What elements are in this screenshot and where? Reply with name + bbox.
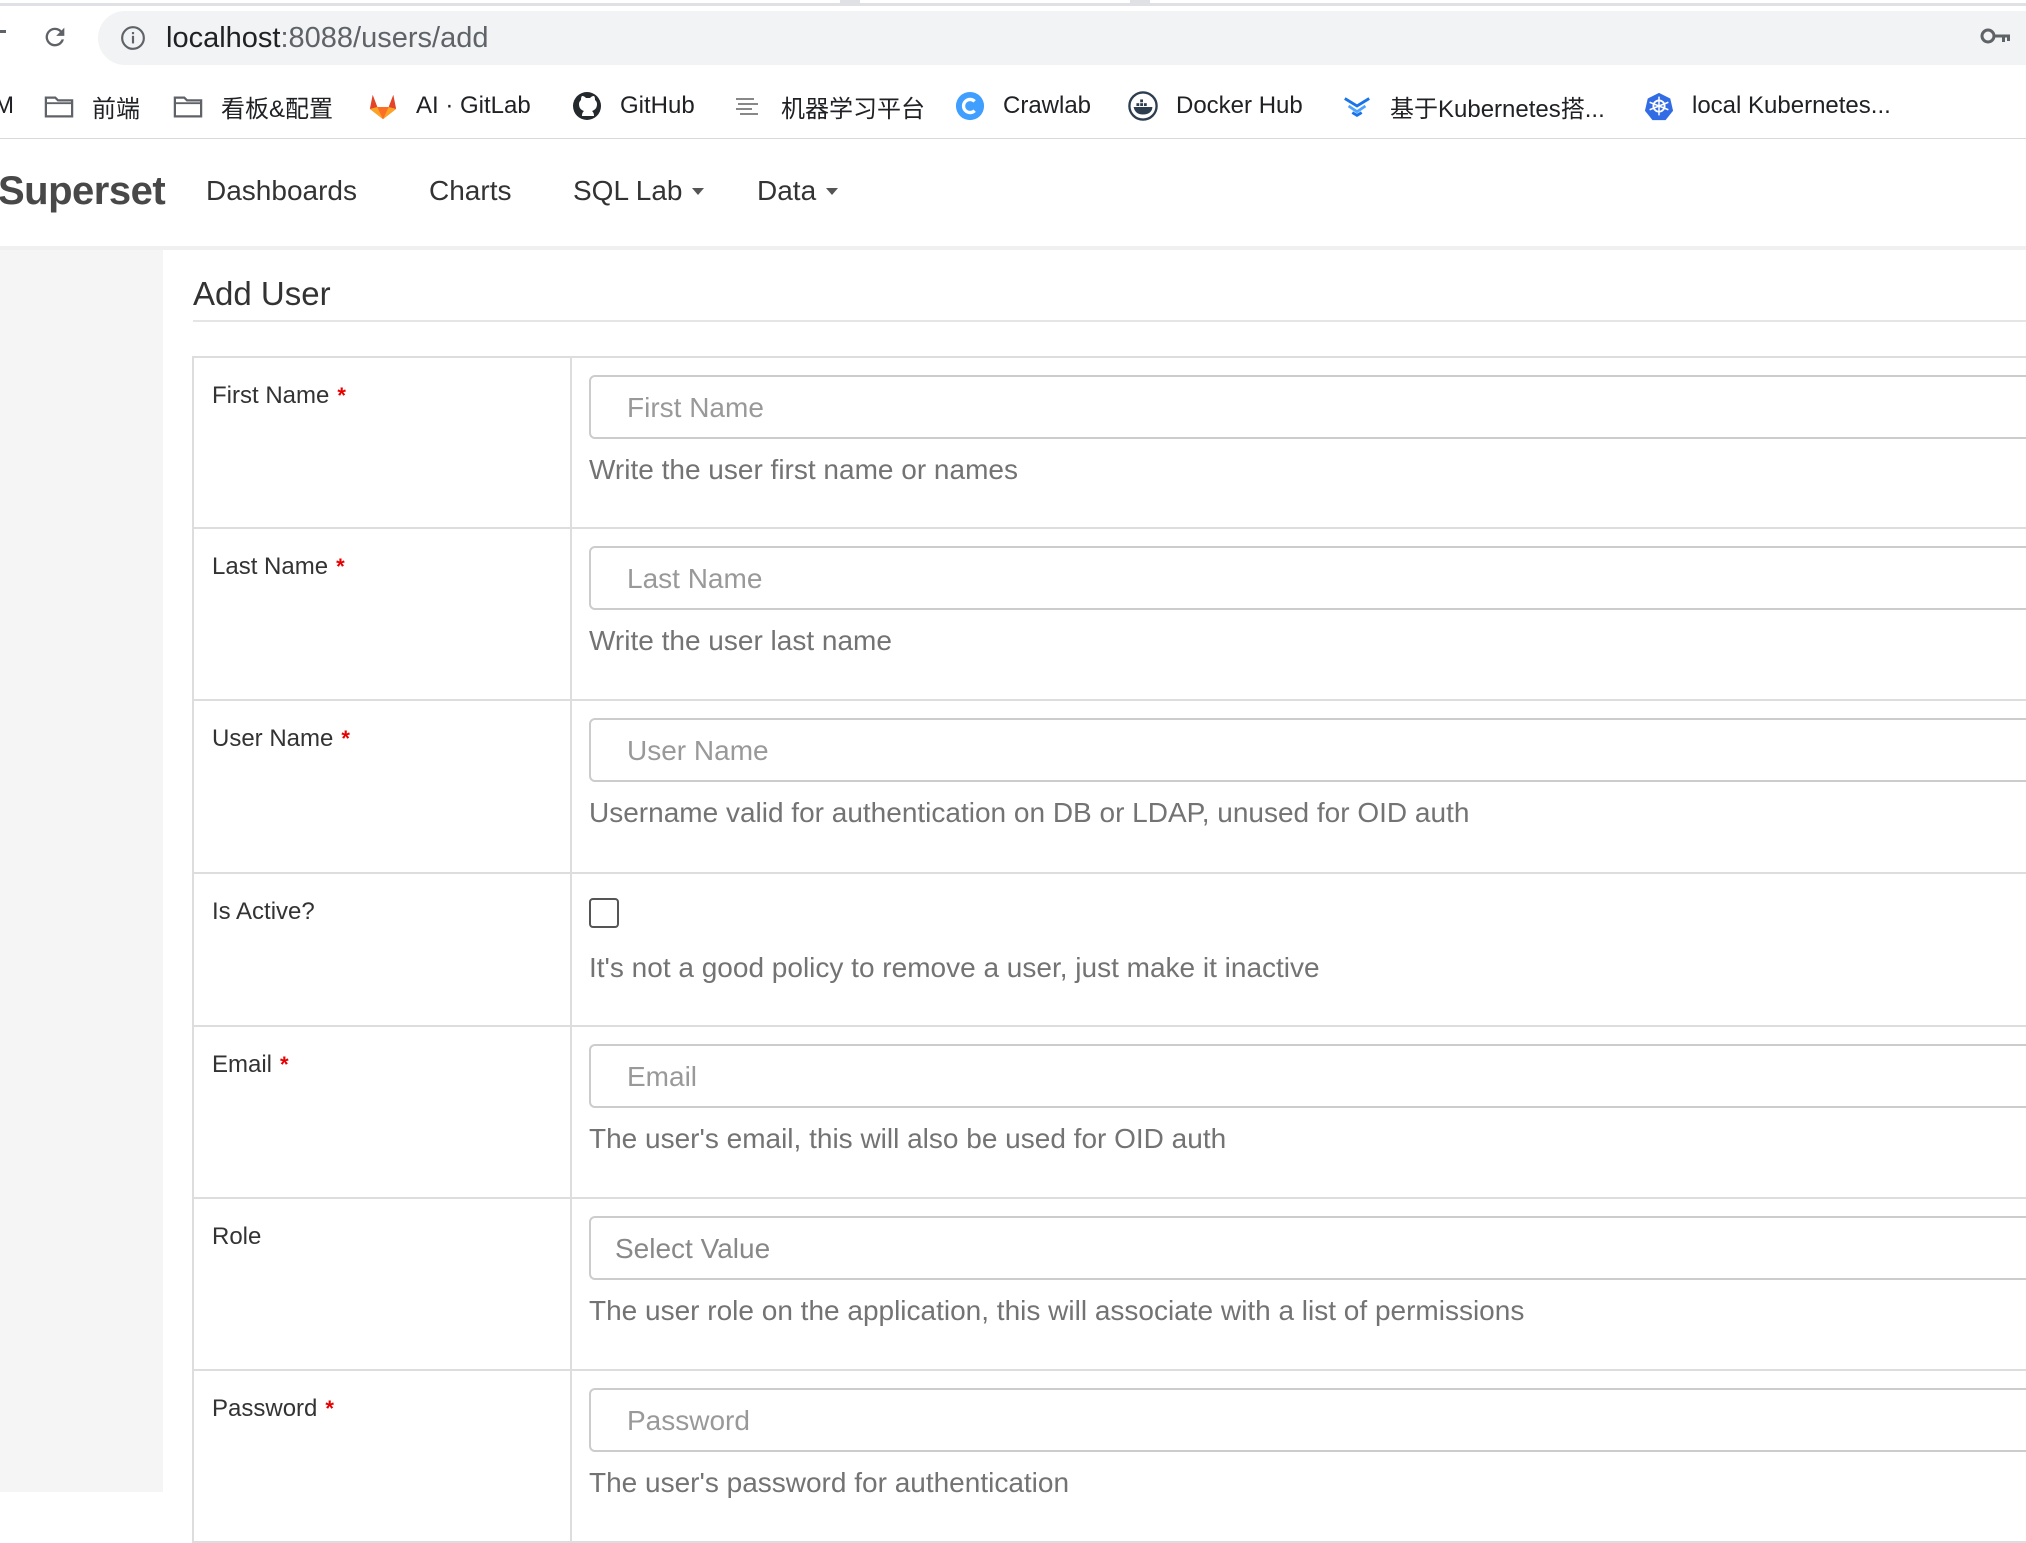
github-icon [572,91,602,121]
address-bar[interactable]: localhost:8088/users/add [98,11,2026,65]
email-input[interactable]: Email [589,1044,2026,1108]
docker-icon [1128,91,1158,121]
key-icon[interactable] [1980,24,2014,52]
user-name-input[interactable]: User Name [589,718,2026,782]
input-placeholder: First Name [627,392,764,423]
page-title: Add User [193,275,331,312]
field-label: Role [212,1223,262,1250]
form-row-is-active: Is Active? It's not a good policy to rem… [192,874,2026,1027]
ml-platform-icon [733,91,763,121]
nav-label: Dashboards [206,175,357,206]
bookmark-ml-platform[interactable]: 机器学习平台 [733,86,925,126]
bookmark-gitlab[interactable]: AI · GitLab [368,86,531,126]
bookmark-label: 机器学习平台 [781,95,925,123]
nav-label: Data [757,175,817,206]
field-label: Password * [212,1395,334,1422]
role-select[interactable]: Select Value [589,1216,2026,1280]
kubernetes-icon [1644,91,1674,121]
field-label: User Name * [212,725,350,752]
brand-logo[interactable]: Superset [0,169,166,214]
bookmark-label: GitHub [620,92,695,119]
browser-toolbar: localhost:8088/users/add [0,0,2026,76]
reload-icon[interactable] [36,18,74,56]
form-row-role: Role Select Value The user role on the a… [192,1199,2026,1371]
input-placeholder: User Name [627,735,769,766]
caret-down-icon [826,187,839,195]
field-label: First Name * [212,382,346,409]
required-marker: * [337,383,346,408]
superset-navbar: Superset Dashboards Charts SQL Lab Data [0,139,2026,250]
form-row-password: Password * Password The user's password f… [192,1371,2026,1543]
bookmark-label: Docker Hub [1176,92,1303,119]
field-help-text: The user's email, this will also be used… [589,1123,1227,1154]
folder-icon [173,91,203,121]
bookmark-folder-dashboards[interactable]: 看板&配置 [173,86,333,126]
form-row-first-name: First Name * First Name Write the user fi… [192,358,2026,529]
field-label: Email * [212,1051,289,1078]
bookmark-folder-frontend[interactable]: 前端 [44,86,140,126]
bookmark-label: Crawlab [1003,92,1092,119]
label-cell: Last Name * [194,529,572,699]
bookmark-label: M [0,92,14,119]
add-user-form: First Name * First Name Write the user fi… [192,356,2026,1543]
is-active-checkbox[interactable] [589,898,619,928]
form-row-user-name: User Name * User Name Username valid for … [192,701,2026,874]
bookmark-kubernetes-guide[interactable]: 基于Kubernetes搭... [1342,86,1605,126]
bookmark-github[interactable]: GitHub [572,86,695,126]
required-marker: * [280,1052,289,1077]
field-label: Is Active? [212,898,315,925]
nav-data[interactable]: Data [757,175,839,207]
label-cell: First Name * [194,358,572,527]
info-icon[interactable] [120,25,146,51]
nav-dashboards[interactable]: Dashboards [206,175,357,207]
caret-down-icon [692,187,705,195]
bookmark-crawlab[interactable]: Crawlab [955,86,1091,126]
kube-stack-icon [1342,91,1372,121]
field-help-text: Write the user first name or names [589,454,1018,485]
field-help-text: Username valid for authentication on DB … [589,797,1470,828]
tab-strip [0,0,2026,6]
bookmark-label: 看板&配置 [221,95,334,123]
label-cell: Password * [194,1371,572,1541]
input-placeholder: Password [627,1405,750,1436]
field-help-text: Write the user last name [589,625,892,656]
bookmark-docker-hub[interactable]: Docker Hub [1128,86,1303,126]
label-cell: Is Active? [194,874,572,1025]
field-help-text: The user's password for authentication [589,1467,1070,1498]
bookmark-label: 前端 [92,95,140,123]
select-placeholder: Select Value [615,1233,771,1264]
input-placeholder: Email [627,1061,698,1092]
bookmark-local-kubernetes[interactable]: local Kubernetes... [1644,86,1891,126]
form-row-last-name: Last Name * Last Name Write the user last… [192,529,2026,701]
nav-label: Charts [429,175,512,206]
label-cell: Role [194,1199,572,1369]
crawlab-icon [955,91,985,121]
title-divider [193,320,2026,322]
bookmark-label: 基于Kubernetes搭... [1390,95,1605,123]
url-text[interactable]: localhost:8088/users/add [166,21,488,55]
last-name-input[interactable]: Last Name [589,546,2026,610]
folder-icon [44,91,74,121]
back-arrow-icon[interactable] [0,30,6,33]
field-label: Last Name * [212,553,345,580]
first-name-input[interactable]: First Name [589,375,2026,439]
input-placeholder: Last Name [627,563,763,594]
form-row-email: Email * Email The user's email, this will… [192,1027,2026,1199]
field-help-text: The user role on the application, this w… [589,1295,1525,1326]
bookmark-label: local Kubernetes... [1692,92,1891,119]
bookmarks-bar: M 前端 看板&配置 AI · GitLab GitHub 机器学习平台 Cra… [0,76,2026,139]
label-cell: User Name * [194,701,572,872]
nav-sql-lab[interactable]: SQL Lab [573,175,705,207]
required-marker: * [336,554,345,579]
required-marker: * [341,726,350,751]
gitlab-icon [368,91,398,121]
field-help-text: It's not a good policy to remove a user,… [589,952,1320,983]
nav-charts[interactable]: Charts [429,175,511,207]
bookmark-truncated[interactable]: M [0,86,14,126]
nav-label: SQL Lab [573,175,683,206]
password-input[interactable]: Password [589,1388,2026,1452]
required-marker: * [325,1396,334,1421]
bookmark-label: AI · GitLab [416,92,531,119]
label-cell: Email * [194,1027,572,1197]
